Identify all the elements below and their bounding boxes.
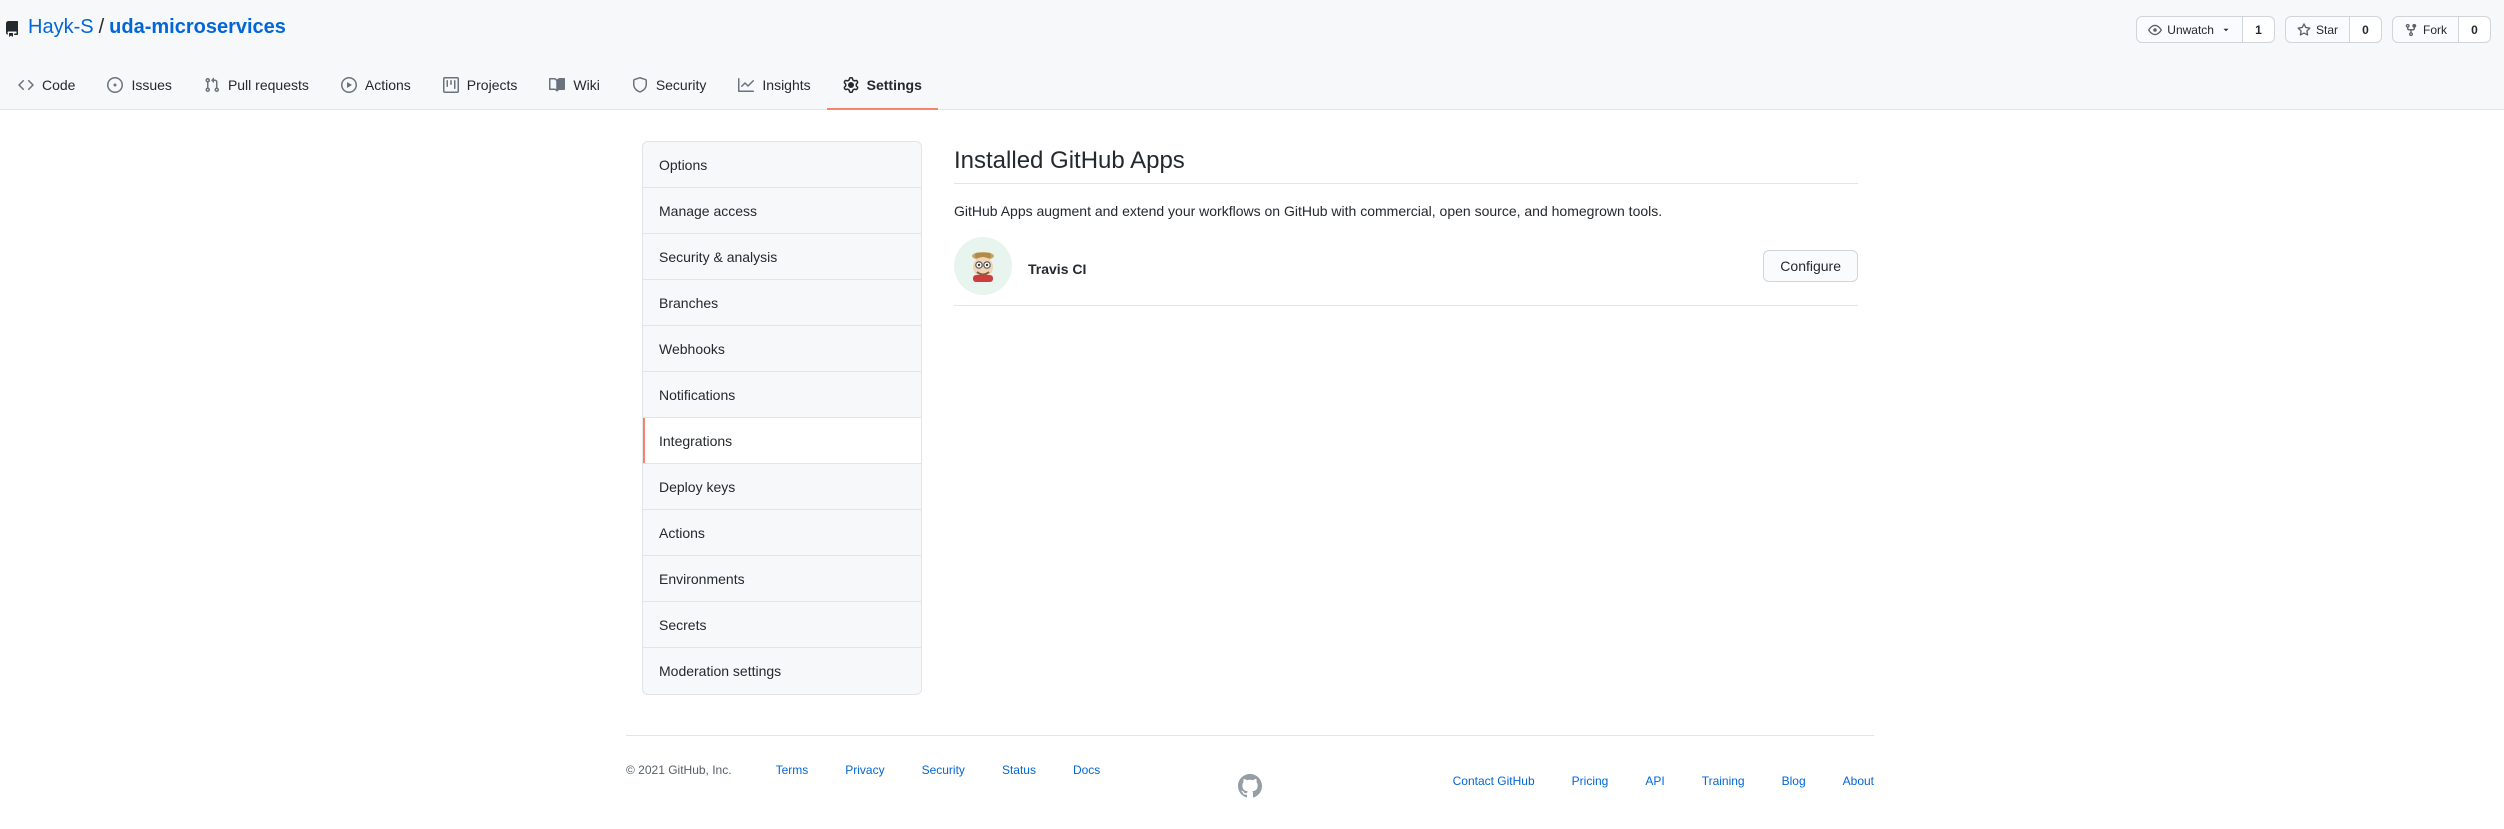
tab-settings[interactable]: Settings: [826, 62, 938, 110]
tab-projects[interactable]: Projects: [427, 62, 534, 110]
tab-security[interactable]: Security: [616, 62, 723, 110]
fork-icon: [2405, 23, 2417, 36]
menu-item-security-analysis[interactable]: Security & analysis: [643, 234, 921, 280]
pull-request-icon: [205, 77, 219, 93]
menu-item-manage-access[interactable]: Manage access: [643, 188, 921, 234]
unwatch-button[interactable]: Unwatch: [2136, 16, 2243, 43]
settings-content: Installed GitHub Apps GitHub Apps augmen…: [954, 141, 1858, 695]
footer-link-terms[interactable]: Terms: [776, 763, 809, 777]
site-footer: © 2021 GitHub, Inc. Terms Privacy Securi…: [626, 735, 1874, 798]
code-icon: [18, 79, 34, 91]
footer-link-training[interactable]: Training: [1702, 774, 1745, 788]
book-icon: [549, 77, 566, 92]
tab-code[interactable]: Code: [2, 62, 91, 110]
forks-count[interactable]: 0: [2459, 16, 2491, 43]
tab-projects-label: Projects: [466, 77, 518, 93]
repo-nav: Code Issues Pull requests Actions Projec…: [0, 62, 938, 110]
unwatch-label: Unwatch: [2167, 22, 2214, 37]
menu-item-branches[interactable]: Branches: [643, 280, 921, 326]
page-title: Installed GitHub Apps: [954, 147, 1185, 174]
star-icon: [2297, 22, 2311, 36]
fork-button[interactable]: Fork: [2392, 16, 2459, 43]
pagehead-actions: Unwatch 1 Star 0 Fork 0: [2136, 16, 2491, 43]
menu-item-options[interactable]: Options: [643, 142, 921, 188]
project-icon: [442, 77, 459, 93]
installed-app-row: Travis CI Configure: [954, 232, 1858, 306]
footer-link-pricing[interactable]: Pricing: [1572, 774, 1609, 788]
star-group: Star 0: [2284, 16, 2382, 43]
tab-actions[interactable]: Actions: [325, 62, 427, 110]
shield-icon: [632, 77, 647, 93]
travis-mascot-icon: [972, 251, 994, 282]
menu-item-notifications[interactable]: Notifications: [643, 372, 921, 418]
footer-right: Contact GitHub Pricing API Training Blog…: [1416, 774, 1874, 788]
tab-pull-requests[interactable]: Pull requests: [188, 62, 325, 110]
issue-icon: [107, 77, 124, 93]
repo-owner-link[interactable]: Hayk-S: [28, 16, 94, 39]
tab-settings-label: Settings: [866, 77, 922, 93]
fork-label: Fork: [2423, 22, 2447, 37]
footer-left: © 2021 GitHub, Inc. Terms Privacy Securi…: [626, 763, 1137, 777]
play-icon: [340, 77, 357, 93]
footer-link-blog[interactable]: Blog: [1782, 774, 1806, 788]
tab-wiki[interactable]: Wiki: [533, 62, 615, 110]
repo-header: Hayk-S / uda-microservices Unwatch 1 Sta…: [0, 0, 2504, 110]
tab-security-label: Security: [655, 77, 707, 93]
tab-issues-label: Issues: [131, 77, 172, 93]
footer-link-privacy[interactable]: Privacy: [845, 763, 884, 777]
star-button[interactable]: Star: [2284, 16, 2350, 43]
menu-item-secrets[interactable]: Secrets: [643, 602, 921, 648]
apps-description: GitHub Apps augment and extend your work…: [954, 203, 1663, 219]
configure-button[interactable]: Configure: [1763, 249, 1858, 282]
menu-item-deploy-keys[interactable]: Deploy keys: [643, 464, 921, 510]
repo-name-link[interactable]: uda-microservices: [109, 16, 286, 39]
tab-code-label: Code: [42, 77, 76, 93]
footer-link-about[interactable]: About: [1843, 774, 1874, 788]
gear-icon: [843, 77, 859, 93]
tab-actions-label: Actions: [364, 77, 411, 93]
menu-item-webhooks[interactable]: Webhooks: [643, 326, 921, 372]
fork-group: Fork 0: [2392, 16, 2491, 43]
watchers-count[interactable]: 1: [2242, 16, 2275, 43]
footer-link-status[interactable]: Status: [1002, 763, 1036, 777]
eye-icon: [2148, 24, 2163, 35]
menu-item-moderation-settings[interactable]: Moderation settings: [643, 648, 921, 694]
menu-item-environments[interactable]: Environments: [643, 556, 921, 602]
tab-wiki-label: Wiki: [573, 77, 600, 93]
watch-group: Unwatch 1: [2136, 16, 2275, 43]
repo-icon: [5, 20, 19, 37]
footer-link-contact[interactable]: Contact GitHub: [1453, 774, 1535, 788]
tab-pull-requests-label: Pull requests: [227, 77, 309, 93]
star-label: Star: [2315, 22, 2338, 37]
tab-issues[interactable]: Issues: [91, 62, 187, 110]
settings-menu: Options Manage access Security & analysi…: [642, 141, 922, 695]
caret-down-icon: [2223, 28, 2229, 31]
repo-title: Hayk-S / uda-microservices: [4, 16, 286, 39]
menu-item-integrations[interactable]: Integrations: [643, 418, 921, 464]
tab-insights-label: Insights: [762, 77, 811, 93]
footer-link-security[interactable]: Security: [922, 763, 965, 777]
subhead: Installed GitHub Apps: [954, 141, 1858, 184]
stars-count[interactable]: 0: [2350, 16, 2382, 43]
repo-separator: /: [98, 16, 105, 38]
settings-layout: Options Manage access Security & analysi…: [642, 141, 1858, 695]
footer-link-docs[interactable]: Docs: [1073, 763, 1100, 777]
footer-link-api[interactable]: API: [1645, 774, 1664, 788]
app-name: Travis CI: [1028, 260, 1087, 277]
travis-ci-avatar[interactable]: [954, 236, 1012, 295]
graph-icon: [738, 78, 755, 92]
footer-copyright: © 2021 GitHub, Inc.: [626, 762, 732, 777]
github-mark-icon[interactable]: [1238, 774, 1262, 798]
tab-insights[interactable]: Insights: [722, 62, 826, 110]
menu-item-actions[interactable]: Actions: [643, 510, 921, 556]
